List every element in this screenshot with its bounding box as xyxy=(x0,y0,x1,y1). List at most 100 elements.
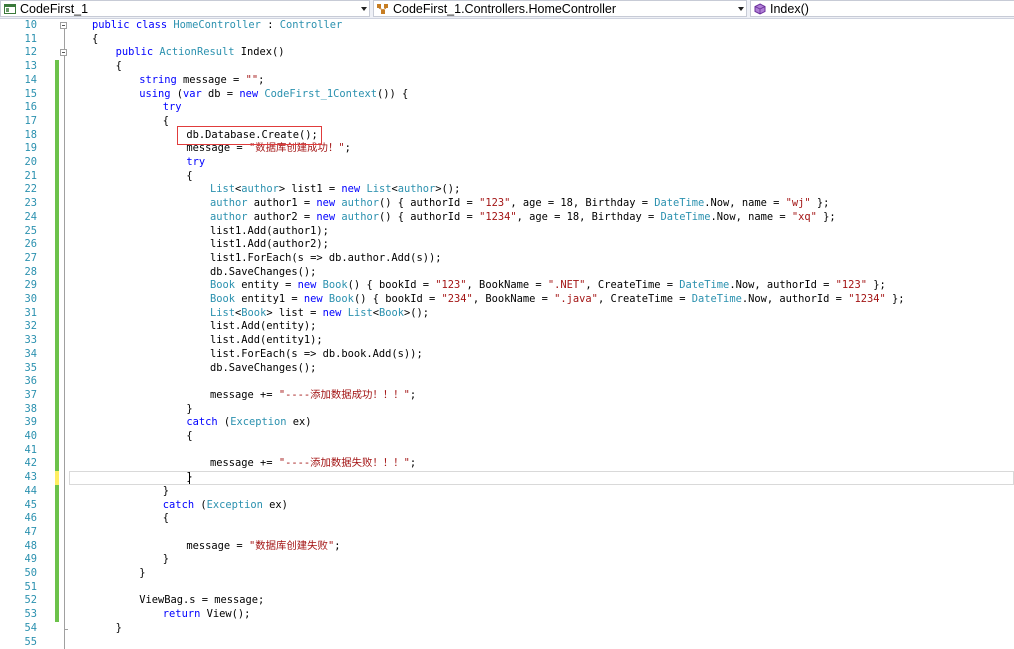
code-text: } xyxy=(163,485,169,499)
member-dropdown[interactable]: Index() xyxy=(750,0,1014,17)
code-line[interactable]: 23author author1 = new author() { author… xyxy=(0,197,1014,211)
code-line[interactable]: 18db.Database.Create(); xyxy=(0,129,1014,143)
code-line[interactable]: 15using (var db = new CodeFirst_1Context… xyxy=(0,88,1014,102)
code-line[interactable]: 16try xyxy=(0,101,1014,115)
code-token: var xyxy=(183,88,202,100)
code-token: try xyxy=(163,101,182,113)
code-token: { xyxy=(163,512,169,524)
code-token: , BookName = xyxy=(467,279,548,291)
code-line[interactable]: 29Book entity = new Book() { bookId = "1… xyxy=(0,279,1014,293)
code-token: DateTime xyxy=(654,197,704,209)
code-line[interactable]: 50} xyxy=(0,567,1014,581)
code-text: List<author> list1 = new List<author>(); xyxy=(210,183,460,197)
code-line[interactable]: 19message = "数据库创建成功！"; xyxy=(0,142,1014,156)
code-line[interactable]: 42message += "----添加数据失败！！！"; xyxy=(0,457,1014,471)
code-line[interactable]: 35db.SaveChanges(); xyxy=(0,362,1014,376)
code-token: new xyxy=(341,183,360,195)
code-line[interactable]: 45catch (Exception ex) xyxy=(0,499,1014,513)
code-token: () { authorId = xyxy=(379,211,479,223)
code-line[interactable]: 41 xyxy=(0,444,1014,458)
code-line[interactable]: 22 List<author> list1 = new List<author>(… xyxy=(0,183,1014,197)
code-token: }; xyxy=(811,197,830,209)
code-line[interactable]: 36 xyxy=(0,375,1014,389)
code-token: DateTime xyxy=(692,293,742,305)
code-token: DateTime xyxy=(679,279,729,291)
code-token: author2 = xyxy=(248,211,317,223)
code-token: list.ForEach(s => db.book.Add(s)); xyxy=(210,348,423,360)
code-token: author xyxy=(210,197,248,209)
code-line[interactable]: 28db.SaveChanges(); xyxy=(0,266,1014,280)
code-line[interactable]: 20try xyxy=(0,156,1014,170)
chevron-down-icon[interactable] xyxy=(736,1,746,16)
code-token: , CreateTime = xyxy=(598,293,692,305)
code-line[interactable]: 21{ xyxy=(0,170,1014,184)
code-token: "wj" xyxy=(786,197,811,209)
code-token: new xyxy=(316,211,335,223)
code-line[interactable]: 33list.Add(entity1); xyxy=(0,334,1014,348)
code-line[interactable]: 51 xyxy=(0,581,1014,595)
code-token: { xyxy=(116,60,122,72)
code-line[interactable]: 10public class HomeController : Controll… xyxy=(0,19,1014,33)
line-number: 52 xyxy=(0,594,37,608)
code-line[interactable]: 14string message = ""; xyxy=(0,74,1014,88)
code-line[interactable]: 39catch (Exception ex) xyxy=(0,416,1014,430)
code-token: > list1 = xyxy=(279,183,342,195)
code-line[interactable]: 12public ActionResult Index() xyxy=(0,46,1014,60)
code-line[interactable]: 52 ViewBag.s = message; xyxy=(0,594,1014,608)
code-line[interactable]: 31List<Book> list = new List<Book>(); xyxy=(0,307,1014,321)
code-line[interactable]: 38} xyxy=(0,403,1014,417)
code-line[interactable]: 53return View(); xyxy=(0,608,1014,622)
line-number: 24 xyxy=(0,211,37,225)
code-line[interactable]: 34 list.ForEach(s => db.book.Add(s)); xyxy=(0,348,1014,362)
code-line[interactable]: 49} xyxy=(0,553,1014,567)
code-line[interactable]: 47 xyxy=(0,526,1014,540)
code-token: >(); xyxy=(435,183,460,195)
code-token: } xyxy=(163,485,169,497)
line-number: 22 xyxy=(0,183,37,197)
code-token: message = xyxy=(177,74,246,86)
code-editor[interactable]: 10public class HomeController : Controll… xyxy=(0,19,1014,647)
code-text: ViewBag.s = message; xyxy=(139,594,264,608)
code-line[interactable]: 11{ xyxy=(0,33,1014,47)
code-line[interactable]: 46{ xyxy=(0,512,1014,526)
line-number: 17 xyxy=(0,115,37,129)
code-line[interactable]: 30Book entity1 = new Book() { bookId = "… xyxy=(0,293,1014,307)
code-token: message += xyxy=(210,389,279,401)
class-dropdown[interactable]: CodeFirst_1.Controllers.HomeController xyxy=(373,0,747,17)
code-line[interactable]: 32list.Add(entity); xyxy=(0,320,1014,334)
code-token: }; xyxy=(886,293,905,305)
code-line[interactable]: 13{ xyxy=(0,60,1014,74)
code-token: new xyxy=(316,197,335,209)
line-number: 25 xyxy=(0,225,37,239)
code-token: } xyxy=(163,553,169,565)
project-dropdown[interactable]: CodeFirst_1 xyxy=(0,0,370,17)
code-line[interactable]: 26list1.Add(author2); xyxy=(0,238,1014,252)
code-text: catch (Exception ex) xyxy=(163,499,288,513)
line-number: 44 xyxy=(0,485,37,499)
code-line[interactable]: 40{ xyxy=(0,430,1014,444)
line-number: 40 xyxy=(0,430,37,444)
text-caret xyxy=(189,472,190,484)
code-line[interactable]: 48message = "数据库创建失败"; xyxy=(0,540,1014,554)
line-number: 49 xyxy=(0,553,37,567)
code-text: list.Add(entity1); xyxy=(210,334,323,348)
code-line[interactable]: 27list1.ForEach(s => db.author.Add(s)); xyxy=(0,252,1014,266)
member-name: Index() xyxy=(770,2,1014,16)
code-line[interactable]: 43} xyxy=(0,471,1014,485)
code-text: using (var db = new CodeFirst_1Context()… xyxy=(139,88,408,102)
code-token: { xyxy=(92,33,98,45)
code-line[interactable]: 37message += "----添加数据成功！！！"; xyxy=(0,389,1014,403)
line-number: 34 xyxy=(0,348,37,362)
chevron-down-icon[interactable] xyxy=(359,1,369,16)
code-line[interactable]: 25list1.Add(author1); xyxy=(0,225,1014,239)
code-token: ; xyxy=(410,389,416,401)
code-line[interactable]: 17{ xyxy=(0,115,1014,129)
code-token: Controller xyxy=(280,19,343,31)
code-line[interactable]: 44} xyxy=(0,485,1014,499)
code-line[interactable]: 54} xyxy=(0,622,1014,636)
code-token: "123" xyxy=(479,197,510,209)
line-number: 19 xyxy=(0,142,37,156)
code-token: author xyxy=(210,211,248,223)
code-token: "1234" xyxy=(848,293,886,305)
code-line[interactable]: 24author author2 = new author() { author… xyxy=(0,211,1014,225)
